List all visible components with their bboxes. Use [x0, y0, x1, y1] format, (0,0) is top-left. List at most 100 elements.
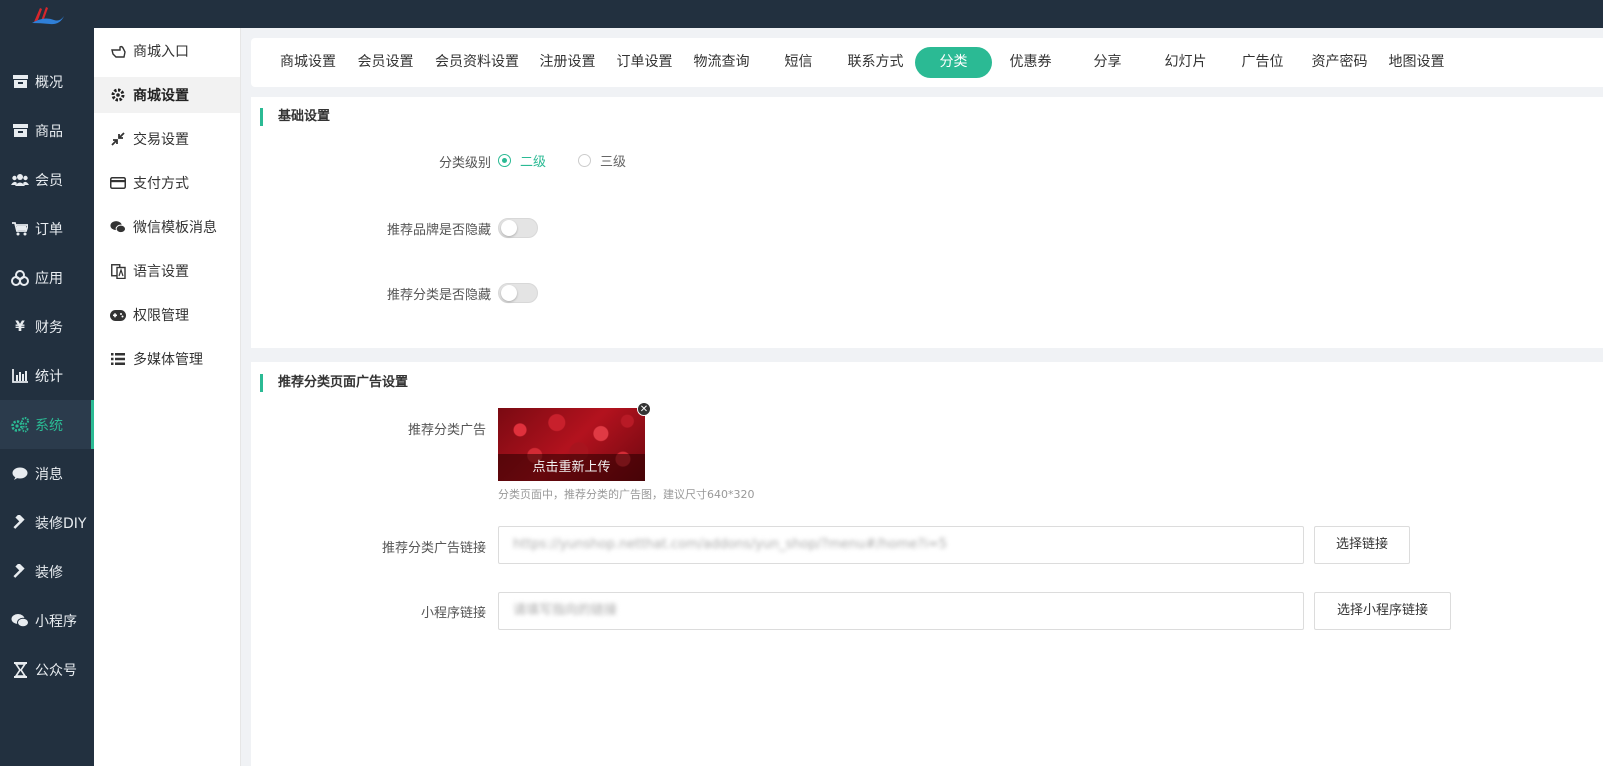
nav-item-system[interactable]: 系统 — [0, 400, 94, 449]
toggle-knob — [501, 220, 517, 236]
apps-icon — [11, 269, 29, 287]
subnav-item-media[interactable]: 多媒体管理 — [94, 341, 240, 377]
radio-dot — [498, 154, 511, 167]
category-hide-toggle[interactable] — [498, 283, 538, 303]
top-bar — [0, 0, 1603, 28]
tab-sms[interactable]: 短信 — [760, 47, 837, 78]
hand-pointer-icon — [110, 43, 126, 59]
credit-card-icon — [110, 175, 126, 191]
subnav-label: 微信模板消息 — [133, 220, 217, 236]
nav-item-stats[interactable]: 统计 — [0, 351, 94, 400]
nav-label: 订单 — [35, 221, 63, 238]
radio-level-three[interactable]: 三级 — [578, 151, 626, 170]
tab-mall-settings[interactable]: 商城设置 — [269, 47, 347, 78]
ad-image-label: 推荐分类广告 — [407, 423, 486, 438]
subnav-item-permissions[interactable]: 权限管理 — [94, 297, 240, 333]
nav-label: 消息 — [35, 466, 63, 483]
tab-register-settings[interactable]: 注册设置 — [529, 47, 606, 78]
main-sidebar: 概况 商品 会员 订单 应用 ¥ 财务 统计 系统 消息 装修DIY 装修 小程… — [0, 28, 94, 766]
list-icon — [110, 351, 126, 367]
settings-tabs: 商城设置 会员设置 会员资料设置 注册设置 订单设置 物流查询 短信 联系方式 … — [251, 38, 1603, 87]
subnav-item-mall-settings[interactable]: 商城设置 — [94, 77, 240, 113]
tab-logistics[interactable]: 物流查询 — [683, 47, 760, 78]
tab-contact[interactable]: 联系方式 — [837, 47, 914, 78]
tab-category[interactable]: 分类 — [915, 47, 992, 78]
ad-settings-panel: 推荐分类页面广告设置 推荐分类广告 点击重新上传 ✕ 分类页面中，推荐分类的广告… — [251, 362, 1603, 766]
radio-level-two[interactable]: 二级 — [498, 151, 546, 170]
reupload-overlay[interactable]: 点击重新上传 — [498, 454, 645, 481]
nav-label: 系统 — [35, 417, 63, 434]
nav-item-decorate[interactable]: 装修 — [0, 547, 94, 596]
ad-link-value: https://yunshop.netthat.com/addons/yun_s… — [513, 537, 948, 552]
nav-label: 装修DIY — [35, 515, 87, 532]
mini-link-label: 小程序链接 — [420, 606, 486, 621]
hammer-icon — [11, 563, 29, 581]
radio-dot — [578, 154, 591, 167]
tab-member-profile-settings[interactable]: 会员资料设置 — [429, 47, 525, 78]
subnav-label: 交易设置 — [133, 132, 189, 148]
nav-item-messages[interactable]: 消息 — [0, 449, 94, 498]
choose-link-button[interactable]: 选择链接 — [1314, 526, 1410, 564]
mini-link-placeholder: 请填写指向的链接 — [513, 603, 618, 618]
nav-item-orders[interactable]: 订单 — [0, 204, 94, 253]
nav-item-goods[interactable]: 商品 — [0, 106, 94, 155]
choose-mini-link-button[interactable]: 选择小程序链接 — [1314, 592, 1451, 630]
gear-icon — [110, 87, 126, 103]
subnav-label: 商城设置 — [133, 88, 189, 104]
nav-item-apps[interactable]: 应用 — [0, 253, 94, 302]
tab-map-settings[interactable]: 地图设置 — [1378, 47, 1455, 78]
subnav-item-payment[interactable]: 支付方式 — [94, 165, 240, 201]
nav-label: 商品 — [35, 123, 63, 140]
tab-ad-slots[interactable]: 广告位 — [1224, 47, 1301, 78]
nav-label: 会员 — [35, 172, 63, 189]
subnav-item-wechat-template[interactable]: 微信模板消息 — [94, 209, 240, 245]
nav-label: 公众号 — [35, 662, 77, 679]
compress-icon — [110, 131, 126, 147]
language-icon — [110, 263, 126, 279]
tab-slideshow[interactable]: 幻灯片 — [1147, 47, 1224, 78]
ad-link-label: 推荐分类广告链接 — [381, 541, 486, 556]
subnav-label: 支付方式 — [133, 176, 189, 192]
brand-hide-toggle[interactable] — [498, 218, 538, 238]
tab-share[interactable]: 分享 — [1069, 47, 1146, 78]
goods-icon — [11, 122, 29, 140]
radio-label: 二级 — [520, 155, 547, 170]
ad-image-hint: 分类页面中，推荐分类的广告图，建议尺寸640*320 — [498, 488, 755, 501]
nav-item-finance[interactable]: ¥ 财务 — [0, 302, 94, 351]
gamepad-icon — [110, 307, 126, 323]
nav-item-members[interactable]: 会员 — [0, 155, 94, 204]
wechat-icon — [110, 219, 126, 235]
subnav-item-trade-settings[interactable]: 交易设置 — [94, 121, 240, 157]
subnav-label: 语言设置 — [133, 264, 189, 280]
brand-logo[interactable] — [30, 4, 66, 26]
subnav-item-language[interactable]: 语言设置 — [94, 253, 240, 289]
subnav-item-mall-entry[interactable]: 商城入口 — [94, 33, 240, 69]
tab-member-settings[interactable]: 会员设置 — [347, 47, 424, 78]
nav-item-overview[interactable]: 概况 — [0, 57, 94, 106]
subnav-label: 商城入口 — [133, 44, 189, 60]
hourglass-icon — [11, 661, 29, 679]
cart-icon — [11, 220, 29, 238]
gears-icon — [11, 416, 29, 434]
ad-image-upload[interactable]: 点击重新上传 ✕ — [498, 402, 651, 481]
dashboard-icon — [11, 73, 29, 91]
nav-label: 财务 — [35, 319, 63, 336]
nav-label: 概况 — [35, 74, 63, 91]
nav-item-decorate-diy[interactable]: 装修DIY — [0, 498, 94, 547]
subnav-label: 权限管理 — [133, 308, 189, 324]
brand-hide-label: 推荐品牌是否隐藏 — [386, 223, 491, 238]
radio-label: 三级 — [600, 155, 627, 170]
tab-coupons[interactable]: 优惠券 — [992, 47, 1069, 78]
category-level-label: 分类级别 — [438, 156, 491, 171]
nav-item-official-account[interactable]: 公众号 — [0, 645, 94, 694]
section-title: 基础设置 — [260, 108, 330, 126]
ad-link-input[interactable]: https://yunshop.netthat.com/addons/yun_s… — [498, 526, 1304, 564]
settings-subnav: 商城入口 商城设置 交易设置 支付方式 微信模板消息 语言设置 权限管理 多媒体… — [94, 28, 241, 766]
tab-asset-password[interactable]: 资产密码 — [1301, 47, 1378, 78]
mini-link-input[interactable]: 请填写指向的链接 — [498, 592, 1304, 630]
nav-label: 小程序 — [35, 613, 77, 630]
wechat-icon — [11, 612, 29, 630]
nav-item-miniprogram[interactable]: 小程序 — [0, 596, 94, 645]
remove-image-icon[interactable]: ✕ — [637, 402, 651, 416]
tab-order-settings[interactable]: 订单设置 — [606, 47, 683, 78]
